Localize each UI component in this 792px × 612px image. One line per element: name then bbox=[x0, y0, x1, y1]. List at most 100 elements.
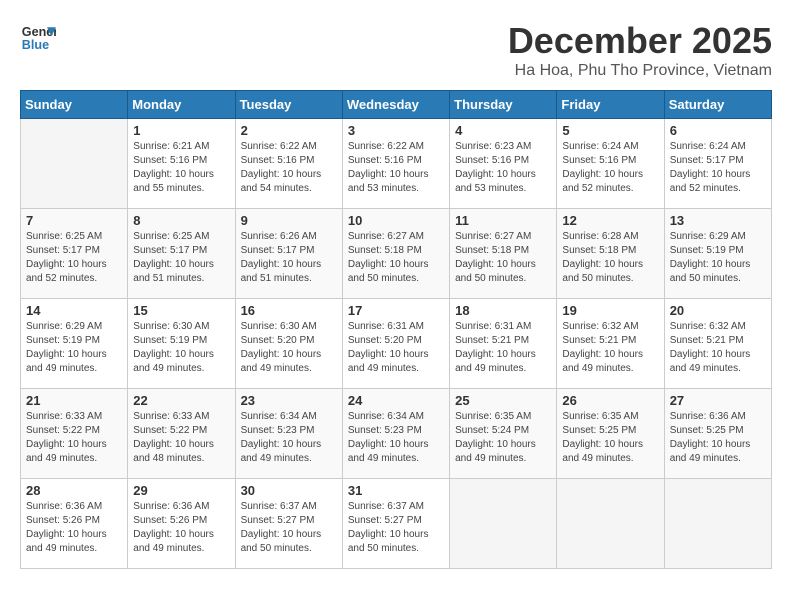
month-title: December 2025 bbox=[508, 20, 772, 62]
weekday-header-tuesday: Tuesday bbox=[235, 91, 342, 119]
calendar-cell bbox=[557, 479, 664, 569]
cell-info: Sunrise: 6:35 AMSunset: 5:25 PMDaylight:… bbox=[562, 410, 658, 466]
calendar-cell: 4Sunrise: 6:23 AMSunset: 5:16 PMDaylight… bbox=[450, 119, 557, 209]
calendar-cell bbox=[450, 479, 557, 569]
calendar-cell: 21 Sunrise: 6:33 AMSunset: 5:22 PMDayligh… bbox=[21, 389, 128, 479]
weekday-header-thursday: Thursday bbox=[450, 91, 557, 119]
day-number: 10 bbox=[348, 213, 444, 228]
calendar-cell: 30Sunrise: 6:37 AMSunset: 5:27 PMDayligh… bbox=[235, 479, 342, 569]
calendar-cell: 11 Sunrise: 6:27 AMSunset: 5:18 PMDayligh… bbox=[450, 209, 557, 299]
cell-info: Sunrise: 6:30 AMSunset: 5:20 PMDaylight:… bbox=[241, 320, 337, 376]
day-number: 6 bbox=[670, 123, 766, 138]
calendar-cell: 1 Sunrise: 6:21 AMSunset: 5:16 PMDaylight… bbox=[128, 119, 235, 209]
calendar-cell: 6Sunrise: 6:24 AMSunset: 5:17 PMDaylight… bbox=[664, 119, 771, 209]
day-number: 1 bbox=[133, 123, 229, 138]
calendar-cell: 24 Sunrise: 6:34 AMSunset: 5:23 PMDayligh… bbox=[342, 389, 449, 479]
day-number: 14 bbox=[26, 303, 122, 318]
title-section: December 2025 Ha Hoa, Phu Tho Province, … bbox=[508, 20, 772, 80]
weekday-header-friday: Friday bbox=[557, 91, 664, 119]
page-header: General Blue December 2025 Ha Hoa, Phu T… bbox=[20, 20, 772, 80]
day-number: 5 bbox=[562, 123, 658, 138]
cell-info: Sunrise: 6:36 AMSunset: 5:26 PMDaylight:… bbox=[133, 500, 229, 556]
week-row-2: 7 Sunrise: 6:25 AMSunset: 5:17 PMDaylight… bbox=[21, 209, 772, 299]
calendar-cell: 29 Sunrise: 6:36 AMSunset: 5:26 PMDayligh… bbox=[128, 479, 235, 569]
calendar-cell: 17 Sunrise: 6:31 AMSunset: 5:20 PMDayligh… bbox=[342, 299, 449, 389]
calendar-cell: 25 Sunrise: 6:35 AMSunset: 5:24 PMDayligh… bbox=[450, 389, 557, 479]
cell-info: Sunrise: 6:22 AMSunset: 5:16 PMDaylight:… bbox=[348, 140, 444, 196]
cell-info: Sunrise: 6:32 AMSunset: 5:21 PMDaylight:… bbox=[670, 320, 766, 376]
day-number: 26 bbox=[562, 393, 658, 408]
calendar-table: SundayMondayTuesdayWednesdayThursdayFrid… bbox=[20, 90, 772, 569]
week-row-3: 14Sunrise: 6:29 AMSunset: 5:19 PMDayligh… bbox=[21, 299, 772, 389]
logo-icon: General Blue bbox=[20, 20, 56, 56]
day-number: 3 bbox=[348, 123, 444, 138]
calendar-cell: 13 Sunrise: 6:29 AMSunset: 5:19 PMDayligh… bbox=[664, 209, 771, 299]
day-number: 21 bbox=[26, 393, 122, 408]
cell-info: Sunrise: 6:36 AMSunset: 5:25 PMDaylight:… bbox=[670, 410, 766, 466]
week-row-4: 21 Sunrise: 6:33 AMSunset: 5:22 PMDayligh… bbox=[21, 389, 772, 479]
cell-info: Sunrise: 6:23 AMSunset: 5:16 PMDaylight:… bbox=[455, 140, 551, 196]
cell-info: Sunrise: 6:34 AMSunset: 5:23 PMDaylight:… bbox=[241, 410, 337, 466]
day-number: 23 bbox=[241, 393, 337, 408]
calendar-cell: 20 Sunrise: 6:32 AMSunset: 5:21 PMDayligh… bbox=[664, 299, 771, 389]
calendar-cell: 9Sunrise: 6:26 AMSunset: 5:17 PMDaylight… bbox=[235, 209, 342, 299]
day-number: 17 bbox=[348, 303, 444, 318]
calendar-cell: 10 Sunrise: 6:27 AMSunset: 5:18 PMDayligh… bbox=[342, 209, 449, 299]
cell-info: Sunrise: 6:27 AMSunset: 5:18 PMDaylight:… bbox=[348, 230, 444, 286]
cell-info: Sunrise: 6:21 AMSunset: 5:16 PMDaylight:… bbox=[133, 140, 229, 196]
cell-info: Sunrise: 6:28 AMSunset: 5:18 PMDaylight:… bbox=[562, 230, 658, 286]
calendar-cell: 7Sunrise: 6:25 AMSunset: 5:17 PMDaylight… bbox=[21, 209, 128, 299]
cell-info: Sunrise: 6:37 AMSunset: 5:27 PMDaylight:… bbox=[348, 500, 444, 556]
day-number: 11 bbox=[455, 213, 551, 228]
weekday-header-saturday: Saturday bbox=[664, 91, 771, 119]
day-number: 18 bbox=[455, 303, 551, 318]
calendar-cell: 18Sunrise: 6:31 AMSunset: 5:21 PMDayligh… bbox=[450, 299, 557, 389]
weekday-header-monday: Monday bbox=[128, 91, 235, 119]
location-title: Ha Hoa, Phu Tho Province, Vietnam bbox=[508, 62, 772, 80]
cell-info: Sunrise: 6:32 AMSunset: 5:21 PMDaylight:… bbox=[562, 320, 658, 376]
logo: General Blue bbox=[20, 20, 56, 56]
cell-info: Sunrise: 6:25 AMSunset: 5:17 PMDaylight:… bbox=[133, 230, 229, 286]
day-number: 31 bbox=[348, 483, 444, 498]
day-number: 29 bbox=[133, 483, 229, 498]
calendar-cell: 8 Sunrise: 6:25 AMSunset: 5:17 PMDaylight… bbox=[128, 209, 235, 299]
cell-info: Sunrise: 6:27 AMSunset: 5:18 PMDaylight:… bbox=[455, 230, 551, 286]
day-number: 12 bbox=[562, 213, 658, 228]
calendar-cell: 31 Sunrise: 6:37 AMSunset: 5:27 PMDayligh… bbox=[342, 479, 449, 569]
cell-info: Sunrise: 6:36 AMSunset: 5:26 PMDaylight:… bbox=[26, 500, 122, 556]
cell-info: Sunrise: 6:33 AMSunset: 5:22 PMDaylight:… bbox=[26, 410, 122, 466]
cell-info: Sunrise: 6:34 AMSunset: 5:23 PMDaylight:… bbox=[348, 410, 444, 466]
day-number: 22 bbox=[133, 393, 229, 408]
day-number: 7 bbox=[26, 213, 122, 228]
day-number: 27 bbox=[670, 393, 766, 408]
calendar-cell bbox=[664, 479, 771, 569]
week-row-5: 28 Sunrise: 6:36 AMSunset: 5:26 PMDayligh… bbox=[21, 479, 772, 569]
weekday-header-sunday: Sunday bbox=[21, 91, 128, 119]
svg-text:Blue: Blue bbox=[22, 38, 49, 52]
day-number: 13 bbox=[670, 213, 766, 228]
day-number: 19 bbox=[562, 303, 658, 318]
week-row-1: 1 Sunrise: 6:21 AMSunset: 5:16 PMDaylight… bbox=[21, 119, 772, 209]
calendar-cell: 5 Sunrise: 6:24 AMSunset: 5:16 PMDaylight… bbox=[557, 119, 664, 209]
calendar-cell: 28 Sunrise: 6:36 AMSunset: 5:26 PMDayligh… bbox=[21, 479, 128, 569]
day-number: 15 bbox=[133, 303, 229, 318]
calendar-cell: 22Sunrise: 6:33 AMSunset: 5:22 PMDayligh… bbox=[128, 389, 235, 479]
cell-info: Sunrise: 6:31 AMSunset: 5:20 PMDaylight:… bbox=[348, 320, 444, 376]
cell-info: Sunrise: 6:24 AMSunset: 5:16 PMDaylight:… bbox=[562, 140, 658, 196]
calendar-cell: 12 Sunrise: 6:28 AMSunset: 5:18 PMDayligh… bbox=[557, 209, 664, 299]
calendar-cell: 19 Sunrise: 6:32 AMSunset: 5:21 PMDayligh… bbox=[557, 299, 664, 389]
weekday-header-row: SundayMondayTuesdayWednesdayThursdayFrid… bbox=[21, 91, 772, 119]
calendar-cell: 3 Sunrise: 6:22 AMSunset: 5:16 PMDaylight… bbox=[342, 119, 449, 209]
day-number: 28 bbox=[26, 483, 122, 498]
calendar-cell: 15Sunrise: 6:30 AMSunset: 5:19 PMDayligh… bbox=[128, 299, 235, 389]
day-number: 2 bbox=[241, 123, 337, 138]
cell-info: Sunrise: 6:26 AMSunset: 5:17 PMDaylight:… bbox=[241, 230, 337, 286]
day-number: 30 bbox=[241, 483, 337, 498]
cell-info: Sunrise: 6:35 AMSunset: 5:24 PMDaylight:… bbox=[455, 410, 551, 466]
day-number: 20 bbox=[670, 303, 766, 318]
day-number: 24 bbox=[348, 393, 444, 408]
day-number: 8 bbox=[133, 213, 229, 228]
calendar-cell: 14Sunrise: 6:29 AMSunset: 5:19 PMDayligh… bbox=[21, 299, 128, 389]
day-number: 25 bbox=[455, 393, 551, 408]
cell-info: Sunrise: 6:29 AMSunset: 5:19 PMDaylight:… bbox=[670, 230, 766, 286]
